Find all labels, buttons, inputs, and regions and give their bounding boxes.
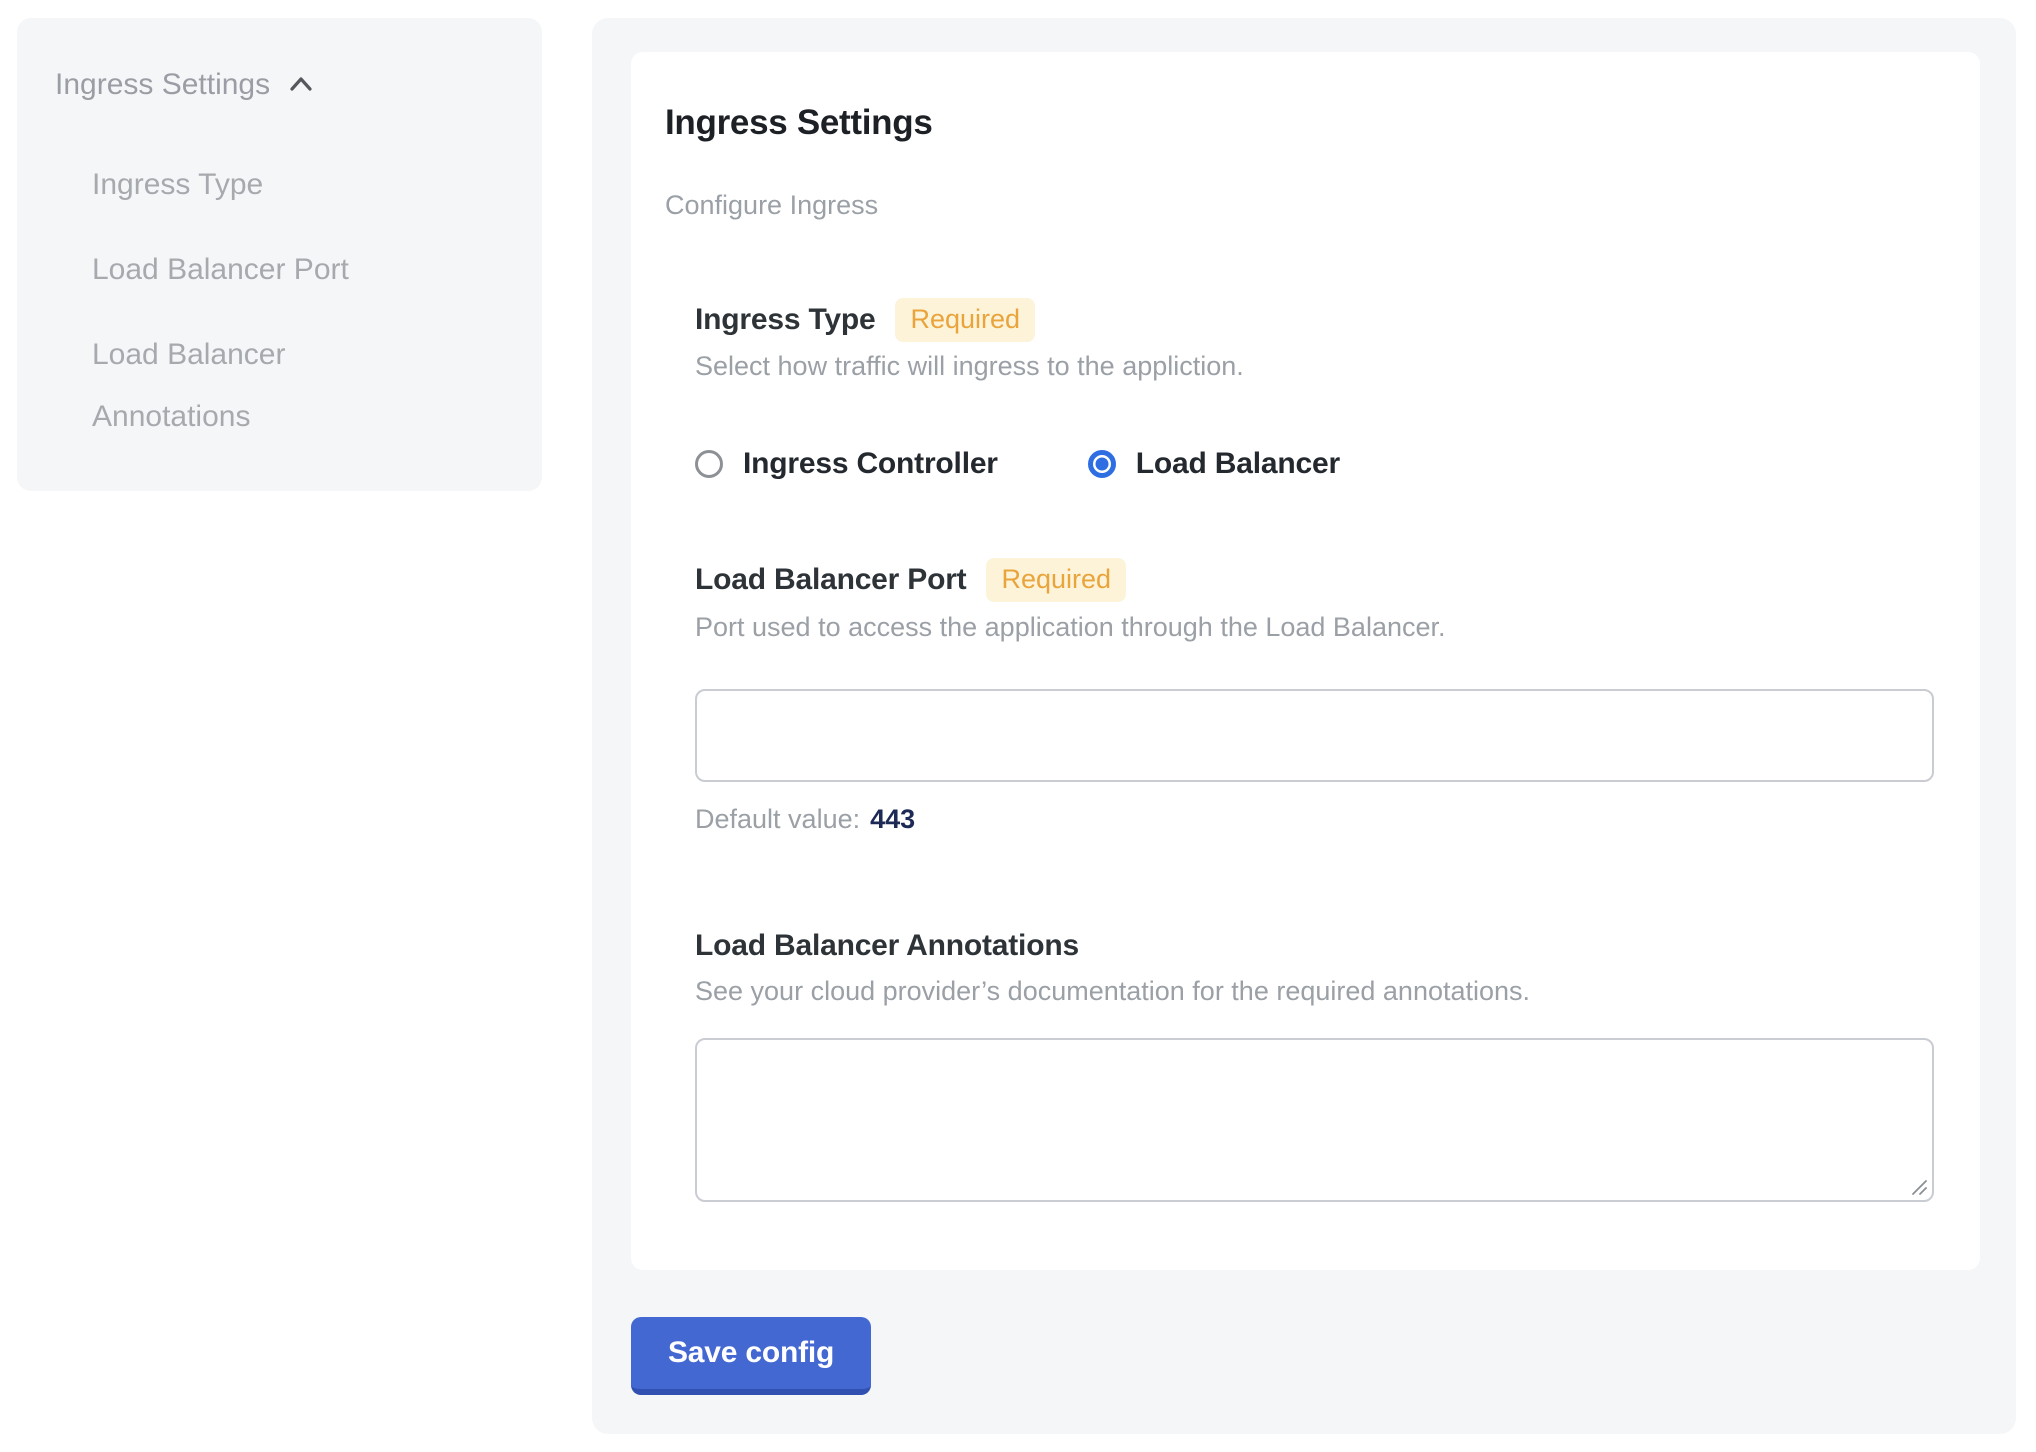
sidebar-group-ingress-settings[interactable]: Ingress Settings [55, 68, 504, 102]
section-ingress-type: Ingress Type Required Select how traffic… [695, 298, 1934, 482]
ingress-type-label: Ingress Type [695, 301, 875, 339]
required-badge: Required [986, 558, 1126, 602]
ingress-settings-card: Ingress Settings Configure Ingress Ingre… [631, 52, 1980, 1270]
lb-annotations-description: See your cloud provider’s documentation … [695, 973, 1934, 1009]
sidebar-nav-list: Ingress Type Load Balancer Port Load Bal… [92, 154, 504, 448]
sidebar-item-ingress-type[interactable]: Ingress Type [92, 154, 432, 216]
chevron-up-icon[interactable] [286, 70, 316, 100]
lb-port-label: Load Balancer Port [695, 561, 966, 599]
lb-annotations-textarea[interactable] [695, 1038, 1934, 1202]
ingress-type-radio-group: Ingress Controller Load Balancer [695, 446, 1934, 482]
sidebar-group-label: Ingress Settings [55, 68, 270, 102]
resize-handle-icon[interactable] [1907, 1175, 1929, 1197]
radio-ingress-controller[interactable]: Ingress Controller [695, 446, 998, 482]
page-subtitle: Configure Ingress [665, 189, 1934, 221]
main-panel: Ingress Settings Configure Ingress Ingre… [592, 18, 2016, 1434]
page-title: Ingress Settings [665, 102, 1934, 144]
save-config-button[interactable]: Save config [631, 1317, 871, 1395]
radio-label: Load Balancer [1136, 446, 1340, 482]
default-value-label: Default value: [695, 804, 860, 834]
sidebar-item-load-balancer-port[interactable]: Load Balancer Port [92, 239, 432, 301]
radio-circle-icon[interactable] [1088, 450, 1116, 478]
section-load-balancer-annotations: Load Balancer Annotations See your cloud… [695, 927, 1934, 1202]
settings-sidebar: Ingress Settings Ingress Type Load Balan… [17, 18, 542, 491]
default-value-row: Default value: 443 [695, 801, 1934, 837]
section-load-balancer-port: Load Balancer Port Required Port used to… [695, 558, 1934, 837]
ingress-type-description: Select how traffic will ingress to the a… [695, 348, 1934, 384]
lb-port-description: Port used to access the application thro… [695, 609, 1934, 645]
radio-load-balancer[interactable]: Load Balancer [1088, 446, 1340, 482]
default-value-number: 443 [870, 804, 915, 834]
required-badge: Required [895, 298, 1035, 342]
lb-port-input[interactable] [695, 689, 1934, 782]
radio-circle-icon[interactable] [695, 450, 723, 478]
lb-annotations-label: Load Balancer Annotations [695, 927, 1079, 965]
radio-label: Ingress Controller [743, 446, 998, 482]
sidebar-item-load-balancer-annotations[interactable]: Load Balancer Annotations [92, 324, 432, 448]
